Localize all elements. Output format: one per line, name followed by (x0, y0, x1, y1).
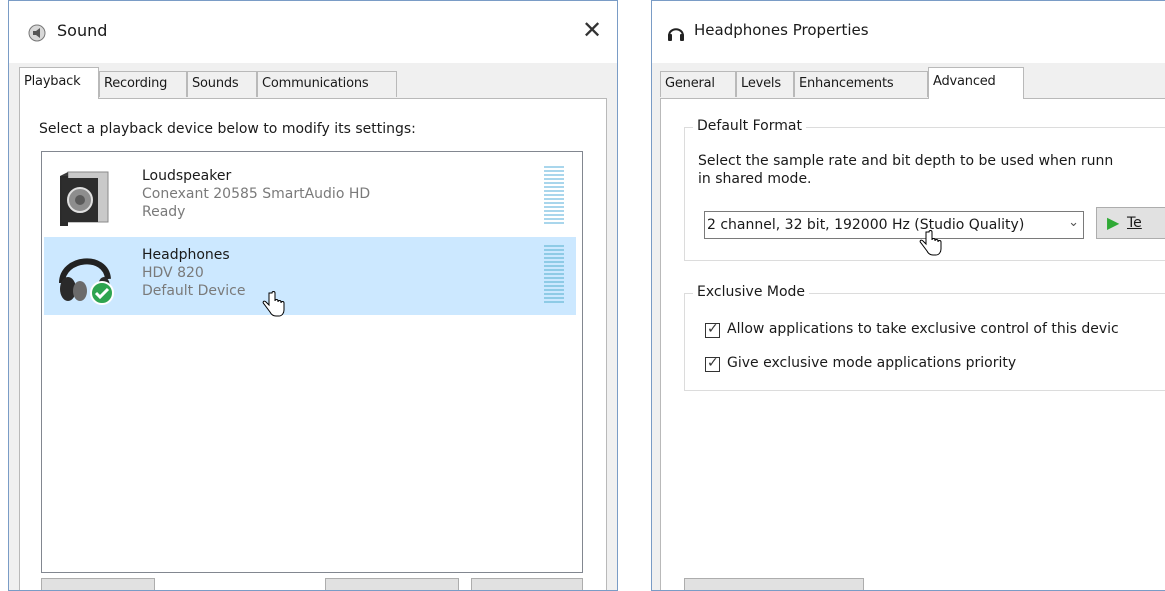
configure-button[interactable] (41, 578, 155, 590)
headphones-app-icon (668, 28, 684, 41)
sound-titlebar: Sound ✕ (9, 1, 617, 63)
device-name: Headphones (142, 247, 230, 263)
test-button-label: Te (1127, 215, 1142, 231)
playback-device-list[interactable]: Loudspeaker Conexant 20585 SmartAudio HD… (41, 151, 583, 573)
format-dropdown[interactable]: 2 channel, 32 bit, 192000 Hz (Studio Qua… (704, 211, 1084, 239)
volume-meter (544, 245, 564, 305)
tab-enhancements[interactable]: Enhancements (794, 71, 928, 97)
properties-button[interactable] (471, 578, 583, 590)
device-driver: Conexant 20585 SmartAudio HD (142, 186, 371, 202)
chevron-down-icon: ⌄ (1068, 215, 1079, 230)
tab-sounds[interactable]: Sounds (187, 71, 257, 97)
device-status: Ready (142, 204, 186, 220)
tab-levels[interactable]: Levels (736, 71, 794, 97)
checkmark-icon: ✓ (707, 355, 719, 371)
tab-general[interactable]: General (660, 71, 736, 97)
test-button[interactable]: ▶ Te (1096, 207, 1165, 239)
properties-titlebar: Headphones Properties (652, 1, 1165, 63)
format-selected-value: 2 channel, 32 bit, 192000 Hz (Studio Qua… (707, 217, 1025, 233)
restore-defaults-button[interactable] (684, 578, 864, 590)
close-icon: ✕ (581, 16, 603, 44)
headphones-icon (59, 258, 114, 305)
exclusive-priority-label[interactable]: Give exclusive mode applications priorit… (727, 355, 1016, 371)
allow-exclusive-label[interactable]: Allow applications to take exclusive con… (727, 321, 1119, 337)
allow-exclusive-checkbox[interactable]: ✓ (705, 321, 720, 338)
tab-advanced[interactable]: Advanced (928, 67, 1024, 99)
tab-playback[interactable]: Playback (19, 67, 99, 99)
device-driver: HDV 820 (142, 265, 204, 281)
playback-instruction: Select a playback device below to modify… (39, 121, 416, 137)
exclusive-mode-group: Exclusive Mode (684, 284, 1165, 391)
format-description-line1: Select the sample rate and bit depth to … (698, 153, 1114, 169)
device-name: Loudspeaker (142, 168, 232, 184)
exclusive-priority-checkbox[interactable]: ✓ (705, 355, 720, 372)
tab-recording[interactable]: Recording (99, 71, 187, 97)
tab-communications[interactable]: Communications (257, 71, 397, 97)
properties-window: Headphones Properties General Levels Enh… (651, 0, 1165, 591)
close-button[interactable]: ✕ (575, 13, 609, 47)
properties-window-title: Headphones Properties (694, 21, 869, 39)
format-description-line2: in shared mode. (698, 171, 812, 187)
sound-app-icon (28, 24, 46, 42)
list-item-headphones[interactable]: Headphones HDV 820 Default Device (44, 237, 576, 315)
play-icon: ▶ (1107, 213, 1120, 232)
hand-cursor-icon (919, 230, 942, 256)
exclusive-mode-label: Exclusive Mode (693, 284, 810, 300)
default-format-label: Default Format (693, 118, 806, 134)
device-status: Default Device (142, 283, 246, 299)
list-item-loudspeaker[interactable]: Loudspeaker Conexant 20585 SmartAudio HD… (44, 158, 576, 236)
hand-cursor-icon (262, 291, 285, 317)
speaker-icon (60, 171, 109, 226)
checkmark-icon: ✓ (707, 321, 719, 337)
sound-window: Sound ✕ Playback Recording Sounds Commun… (8, 0, 618, 591)
sound-window-title: Sound (57, 21, 108, 40)
set-default-button[interactable] (325, 578, 459, 590)
volume-meter (544, 166, 564, 226)
